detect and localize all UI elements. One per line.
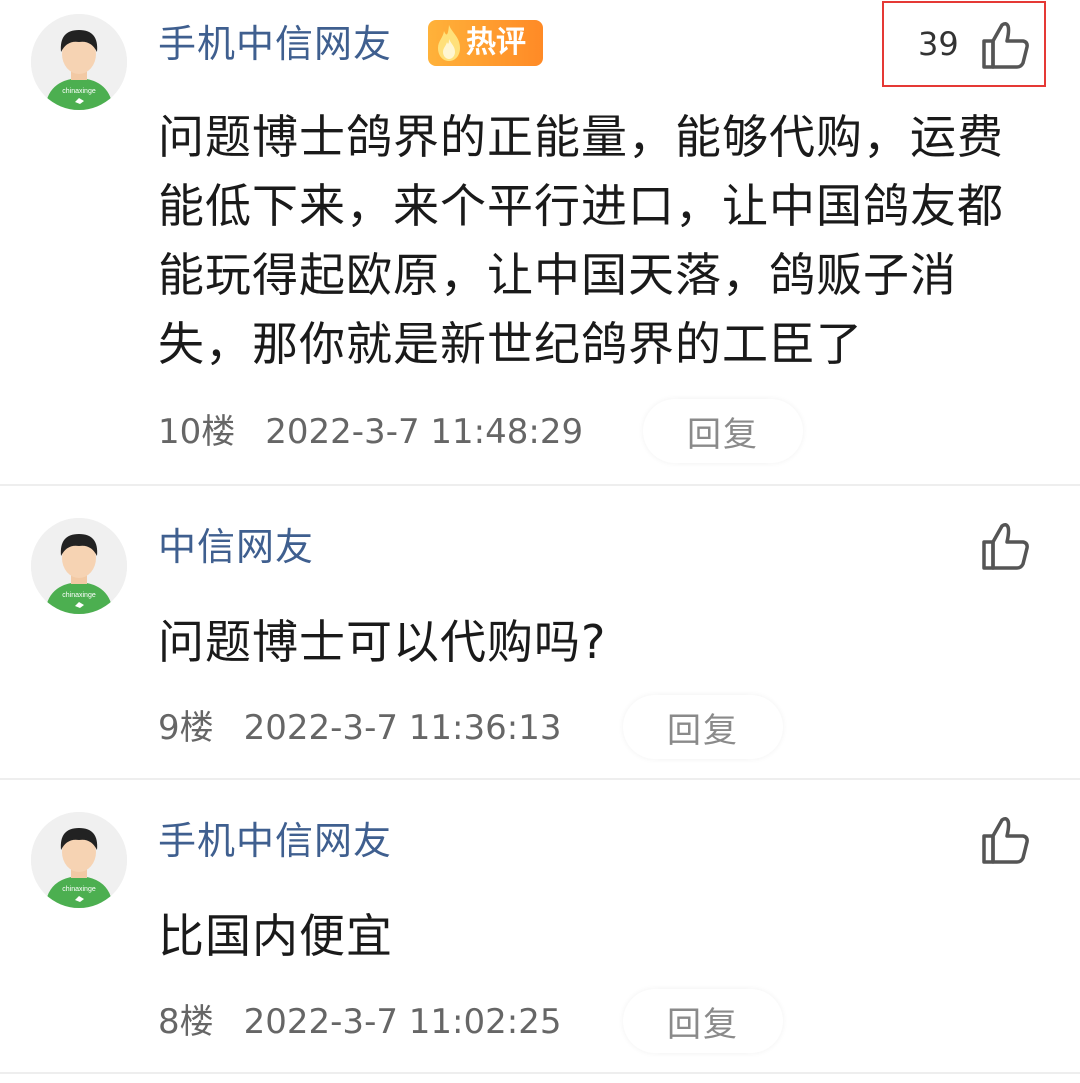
like-count: 39	[918, 25, 959, 63]
comment-text: 问题博士鸽界的正能量，能够代购，运费能低下来，来个平行进口，让中国鸽友都能玩得起…	[158, 110, 1004, 371]
avatar-cartoon-icon: chinaxinge	[31, 518, 127, 614]
svg-text:chinaxinge: chinaxinge	[62, 886, 96, 893]
username[interactable]: 中信网友	[158, 528, 314, 566]
avatar[interactable]: chinaxinge	[31, 518, 127, 614]
avatar-cartoon-icon: chinaxinge	[31, 14, 127, 110]
comment-text: 问题博士可以代购吗?	[158, 615, 607, 669]
comment-text: 比国内便宜	[158, 909, 393, 963]
thumbs-up-icon[interactable]	[980, 814, 1032, 866]
avatar[interactable]: chinaxinge	[31, 812, 127, 908]
comment-item: chinaxinge 手机中信网友 热评 39 问题博士鸽界的正能量，能够代购，…	[0, 0, 1080, 484]
comment-timestamp: 2022-3-7 11:48:29	[265, 412, 584, 452]
svg-text:chinaxinge: chinaxinge	[62, 88, 96, 95]
hot-badge-label: 热评	[466, 25, 526, 60]
floor-number: 10楼	[158, 412, 236, 452]
comment-meta: 10楼 2022-3-7 11:48:29	[158, 415, 583, 449]
comment-meta: 8楼 2022-3-7 11:02:25	[158, 1005, 561, 1039]
thumbs-up-icon[interactable]	[980, 520, 1032, 572]
divider	[0, 1072, 1080, 1074]
reply-button[interactable]: 回复	[623, 989, 783, 1053]
hot-comment-badge: 热评	[428, 20, 543, 66]
avatar-cartoon-icon: chinaxinge	[31, 812, 127, 908]
username[interactable]: 手机中信网友	[158, 25, 392, 63]
floor-number: 9楼	[158, 708, 214, 748]
comment-timestamp: 2022-3-7 11:02:25	[243, 1002, 562, 1042]
avatar[interactable]: chinaxinge	[31, 14, 127, 110]
comment-meta: 9楼 2022-3-7 11:36:13	[158, 711, 561, 745]
svg-text:chinaxinge: chinaxinge	[62, 592, 96, 599]
like-highlight-box[interactable]: 39	[882, 1, 1046, 87]
comment-item: chinaxinge 中信网友 问题博士可以代购吗? 9楼 2022-3-7 11…	[0, 486, 1080, 778]
thumbs-up-icon[interactable]	[980, 19, 1032, 71]
username[interactable]: 手机中信网友	[158, 822, 392, 860]
comment-item: chinaxinge 手机中信网友 比国内便宜 8楼 2022-3-7 11:02…	[0, 780, 1080, 1072]
comment-timestamp: 2022-3-7 11:36:13	[243, 708, 562, 748]
floor-number: 8楼	[158, 1002, 214, 1042]
flame-icon	[438, 25, 460, 61]
reply-button[interactable]: 回复	[643, 399, 803, 463]
reply-button[interactable]: 回复	[623, 695, 783, 759]
